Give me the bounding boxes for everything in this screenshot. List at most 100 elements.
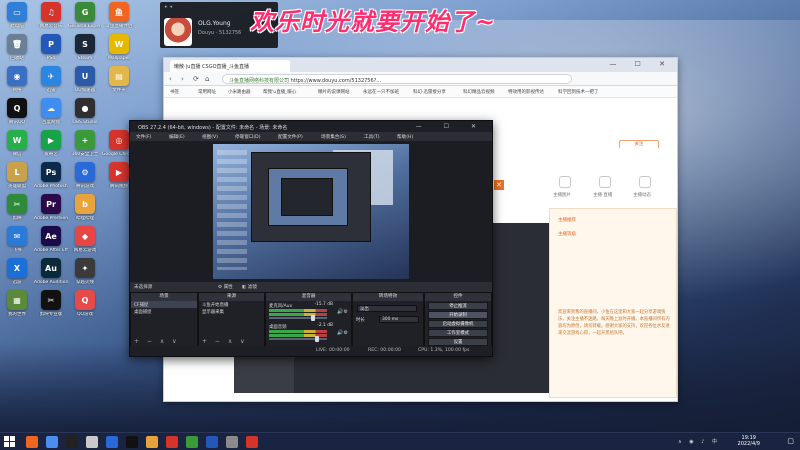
desktop-icon-label: QQ游戏 bbox=[76, 312, 94, 317]
taskbar-app-icon[interactable] bbox=[166, 436, 178, 448]
desktop-icon-label: 穿越火线 bbox=[76, 280, 94, 285]
obs-menu-item[interactable]: 配置文件(P) bbox=[278, 134, 303, 140]
taskbar-clock[interactable]: 19:19 2022/4/9 bbox=[738, 435, 760, 447]
anchor-live-icon[interactable] bbox=[599, 176, 611, 188]
app-icon: ✦ bbox=[75, 258, 95, 278]
source-dock-actions[interactable]: + − ∧ ∨ bbox=[202, 338, 248, 345]
source-toolbar: 未选择源 ⚙ 属性 ◧ 滤镜 bbox=[130, 282, 492, 292]
start-recording-button[interactable]: 开始录制 bbox=[428, 311, 488, 319]
obs-window-controls[interactable]: — ☐ ✕ bbox=[416, 123, 486, 130]
volume-slider-knob[interactable] bbox=[315, 336, 320, 342]
scene-item[interactable]: CF捕捉 bbox=[131, 301, 197, 308]
panel-link[interactable]: 主播等级 bbox=[558, 231, 576, 237]
app-icon: ✈ bbox=[41, 66, 61, 86]
duration-field[interactable]: 300 ms bbox=[379, 316, 419, 323]
taskbar-app-icon[interactable] bbox=[106, 436, 118, 448]
taskbar-app-icon[interactable] bbox=[126, 436, 138, 448]
browser-tab[interactable]: 懒散·|u直播 CSGO直播_斗鱼直播 bbox=[170, 60, 290, 72]
bookmark-item[interactable]: 常用网址 bbox=[198, 89, 216, 95]
virtual-camera-button[interactable]: 启动虚拟摄像机 bbox=[428, 320, 488, 328]
desktop-icon-label: GeForce Experience bbox=[68, 24, 102, 29]
filters-button[interactable]: ◧ 滤镜 bbox=[242, 284, 257, 290]
scene-dock-actions[interactable]: + − ∧ ∨ bbox=[134, 338, 180, 345]
browser-window-controls[interactable]: — ☐ ✕ bbox=[609, 60, 673, 68]
desktop-icon[interactable]: Q QQ游戏 bbox=[70, 290, 100, 330]
browser-tabbar: 懒散·|u直播 CSGO直播_斗鱼直播 — ☐ ✕ bbox=[164, 58, 677, 72]
taskbar-app-icon[interactable] bbox=[246, 436, 258, 448]
volume-slider[interactable] bbox=[269, 315, 327, 321]
obs-preview[interactable] bbox=[130, 141, 492, 282]
system-tray[interactable]: ∧ ◉ ♪ 中 bbox=[678, 438, 720, 445]
app-icon: ✂ bbox=[41, 290, 61, 310]
speaker-icon[interactable]: 🔊⚙ bbox=[337, 309, 348, 315]
volume-slider-knob[interactable] bbox=[311, 315, 316, 321]
back-icon[interactable]: ‹ bbox=[169, 75, 172, 83]
bookmark-item[interactable]: 小米路由器 bbox=[228, 89, 251, 95]
taskbar-app-icon[interactable] bbox=[206, 436, 218, 448]
source-item[interactable]: 斗鱼开始直播 bbox=[199, 301, 264, 308]
anchor-photo-icon[interactable] bbox=[559, 176, 571, 188]
url-field[interactable]: 斗鱼直播网络科技有限公司 https://www.douyu.com/51327… bbox=[222, 74, 572, 84]
forward-icon[interactable]: › bbox=[181, 75, 184, 83]
bookmark-item[interactable]: 书签 bbox=[170, 89, 179, 95]
anchor-feed-icon[interactable] bbox=[639, 176, 651, 188]
source-item[interactable]: 显示器采集 bbox=[199, 308, 264, 315]
taskbar-app-icon[interactable] bbox=[66, 436, 78, 448]
volume-slider[interactable] bbox=[269, 336, 327, 342]
studio-mode-button[interactable]: 工作室模式 bbox=[428, 329, 488, 337]
bookmark-item[interactable]: 科幻精品云视频 bbox=[463, 89, 495, 95]
speaker-icon[interactable]: 🔊⚙ bbox=[337, 330, 348, 336]
notification-icon[interactable]: ▢ bbox=[787, 437, 794, 445]
obs-menu-item[interactable]: 场景集合(S) bbox=[321, 134, 346, 140]
mixer-header: 混音器 bbox=[266, 293, 351, 301]
bookmark-item[interactable]: 特效用的影视传达 bbox=[508, 89, 544, 95]
bookmark-item[interactable]: 永远在一只不加班 bbox=[363, 89, 399, 95]
taskbar-app-icon[interactable] bbox=[226, 436, 238, 448]
stop-streaming-button[interactable]: 停止推流 bbox=[428, 302, 488, 310]
taskbar-app-icon[interactable] bbox=[146, 436, 158, 448]
properties-button[interactable]: ⚙ 属性 bbox=[218, 284, 233, 290]
desktop-icon[interactable]: ✂ 剪映专业版 bbox=[36, 290, 66, 330]
taskbar-app-icon[interactable] bbox=[186, 436, 198, 448]
windows-start-icon[interactable] bbox=[4, 436, 16, 448]
obs-menu-item[interactable]: 编辑(E) bbox=[169, 134, 185, 140]
bookmark-item[interactable]: 科幻·迅雷接分享 bbox=[413, 89, 446, 95]
desktop-icon-label: UU加速器 bbox=[74, 88, 96, 93]
panel-link[interactable]: 主播推荐 bbox=[558, 217, 576, 223]
overlay-slogan: 欢乐时光就要开始了~ bbox=[250, 7, 497, 36]
desktop-icon[interactable]: ▤ 文件夹 bbox=[104, 66, 134, 106]
app-icon: 🗑 bbox=[7, 34, 27, 54]
taskbar-app-icon[interactable] bbox=[26, 436, 38, 448]
settings-button[interactable]: 设置 bbox=[428, 338, 488, 346]
app-icon: W bbox=[109, 34, 129, 54]
obs-menu-item[interactable]: 工具(T) bbox=[364, 134, 380, 140]
streamer-name: OLG.Young bbox=[198, 20, 231, 27]
transition-select[interactable]: 淡出 bbox=[357, 305, 417, 312]
reload-icon[interactable]: ⟳ bbox=[193, 75, 199, 83]
app-icon: ✉ bbox=[7, 226, 27, 246]
streamer-id: Douyu · 5132756 bbox=[198, 30, 242, 36]
taskbar-app-icon[interactable] bbox=[86, 436, 98, 448]
app-icon: ● bbox=[75, 98, 95, 118]
app-icon: G bbox=[75, 2, 95, 22]
bookmark-item[interactable]: 帮我'u直播_暖心 bbox=[263, 89, 296, 95]
desktop-icon-label: OBS Studio bbox=[72, 120, 98, 125]
desktop-icon-label: 网易云游戏 bbox=[73, 248, 97, 253]
bookmark-item[interactable]: 懒片的说课网站 bbox=[318, 89, 350, 95]
site-identity: 斗鱼直播网络科技有限公司 bbox=[229, 78, 291, 84]
obs-menu-item[interactable]: 文件(F) bbox=[136, 134, 151, 140]
taskbar-app-icon[interactable] bbox=[46, 436, 58, 448]
desktop-icon-label: 爱奇艺 bbox=[44, 152, 58, 157]
obs-menu-item[interactable]: 帮助(H) bbox=[397, 134, 413, 140]
obs-window: OBS 27.2.4 (64-bit, windows) - 配置文件: 未命名… bbox=[129, 120, 493, 357]
desktop-icon[interactable]: ▦ 我的世界 bbox=[2, 290, 32, 330]
side-icon-label: 主播动态 bbox=[633, 193, 651, 198]
home-icon[interactable]: ⌂ bbox=[205, 75, 209, 83]
obs-menu-item[interactable]: 视图(V) bbox=[202, 134, 218, 140]
bookmark-item[interactable]: 科学回到技术一把了 bbox=[558, 89, 599, 95]
clock-date: 2022/4/9 bbox=[737, 441, 760, 447]
scene-item[interactable]: 桌面捕捉 bbox=[131, 308, 197, 315]
obs-menu-item[interactable]: 停靠窗口(D) bbox=[235, 134, 261, 140]
close-icon[interactable]: ✕ bbox=[494, 180, 504, 190]
mixer-channel: 麦克风/Aux -15.7 dB 🔊⚙ bbox=[266, 301, 351, 322]
